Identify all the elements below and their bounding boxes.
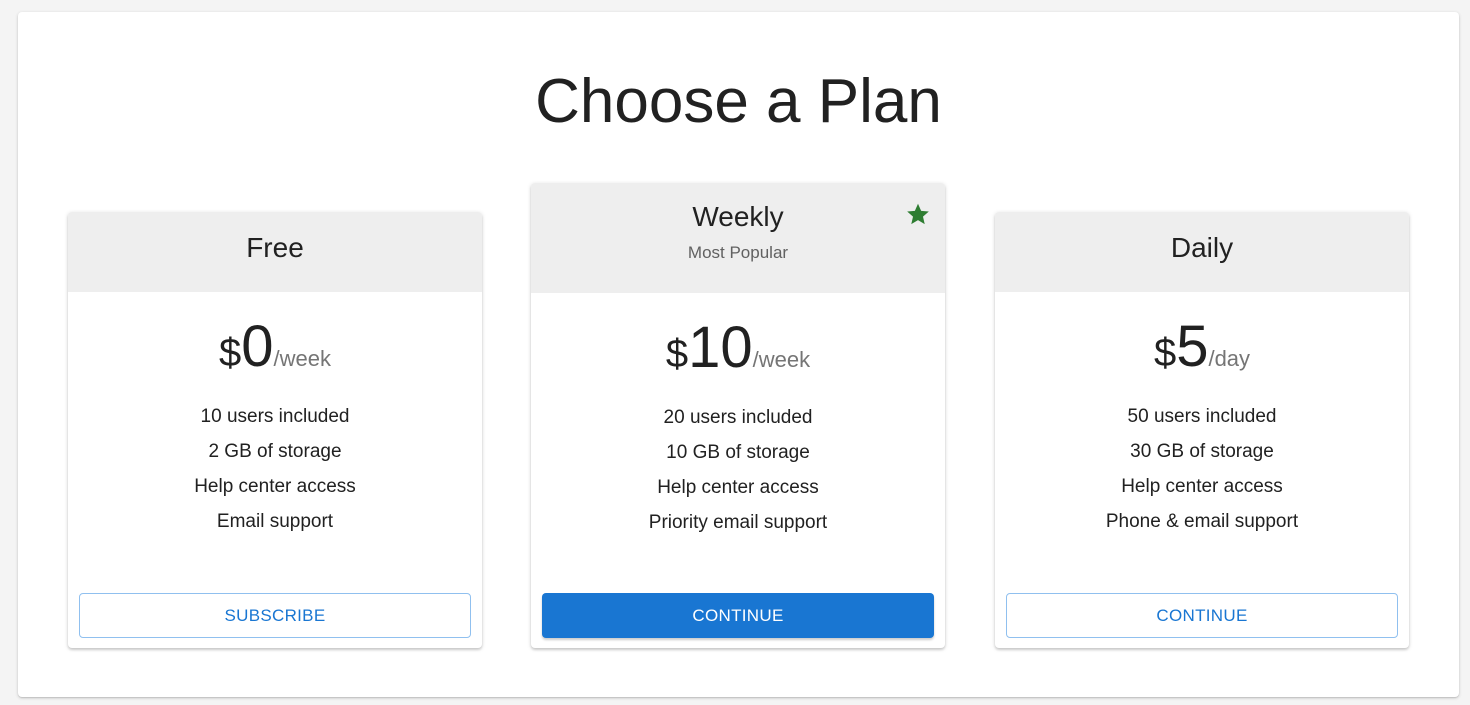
price-amount: 0 <box>241 314 274 379</box>
price-currency: $ <box>665 332 689 376</box>
feature-item: Email support <box>216 511 334 532</box>
plan-subtitle: Most Popular <box>687 243 789 262</box>
feature-item: Help center access <box>657 477 819 498</box>
plan-price: $10/week <box>531 313 945 383</box>
page-title: Choose a Plan <box>535 67 942 136</box>
feature-item: 30 GB of storage <box>1130 441 1274 462</box>
star-icon <box>907 203 929 225</box>
price-currency: $ <box>1153 331 1177 375</box>
price-currency: $ <box>219 331 242 375</box>
continue-button-weekly[interactable]: Continue <box>542 593 934 638</box>
feature-item: Priority email support <box>648 512 828 533</box>
feature-list: 50 users included 30 GB of storage Help … <box>995 399 1409 539</box>
feature-item: 10 users included <box>200 406 350 427</box>
price-period: /week <box>273 346 331 371</box>
feature-item: Help center access <box>1121 476 1283 497</box>
feature-list: 20 users included 10 GB of storage Help … <box>531 400 945 540</box>
feature-item: 20 users included <box>663 407 813 428</box>
feature-item: 2 GB of storage <box>208 441 342 462</box>
plan-price: $0/week <box>68 312 482 382</box>
pricing-panel: Choose a Plan Free $0/week 10 users incl… <box>18 12 1459 697</box>
price-amount: 5 <box>1176 314 1209 379</box>
feature-item: 10 GB of storage <box>666 442 810 463</box>
plan-name: Daily <box>1170 232 1234 263</box>
plan-card-header: Free <box>68 212 482 292</box>
plan-card-header: Weekly Most Popular <box>531 183 945 293</box>
subscribe-button[interactable]: Subscribe <box>79 593 471 638</box>
plan-price: $5/day <box>995 312 1409 382</box>
feature-item: 50 users included <box>1127 406 1277 427</box>
plan-name: Weekly <box>692 201 784 232</box>
plan-card-header: Daily <box>995 212 1409 292</box>
feature-item: Phone & email support <box>1105 511 1299 532</box>
plan-name: Free <box>246 232 304 263</box>
price-period: /day <box>1208 346 1251 371</box>
feature-list: 10 users included 2 GB of storage Help c… <box>68 399 482 539</box>
price-amount: 10 <box>688 315 753 380</box>
plan-card-weekly: Weekly Most Popular $10/week 20 users in… <box>531 183 945 648</box>
feature-item: Help center access <box>194 476 356 497</box>
plan-card-free: Free $0/week 10 users included 2 GB of s… <box>68 212 482 648</box>
plan-card-daily: Daily $5/day 50 users included 30 GB of … <box>995 212 1409 648</box>
price-period: /week <box>752 347 811 372</box>
continue-button-daily[interactable]: Continue <box>1006 593 1398 638</box>
